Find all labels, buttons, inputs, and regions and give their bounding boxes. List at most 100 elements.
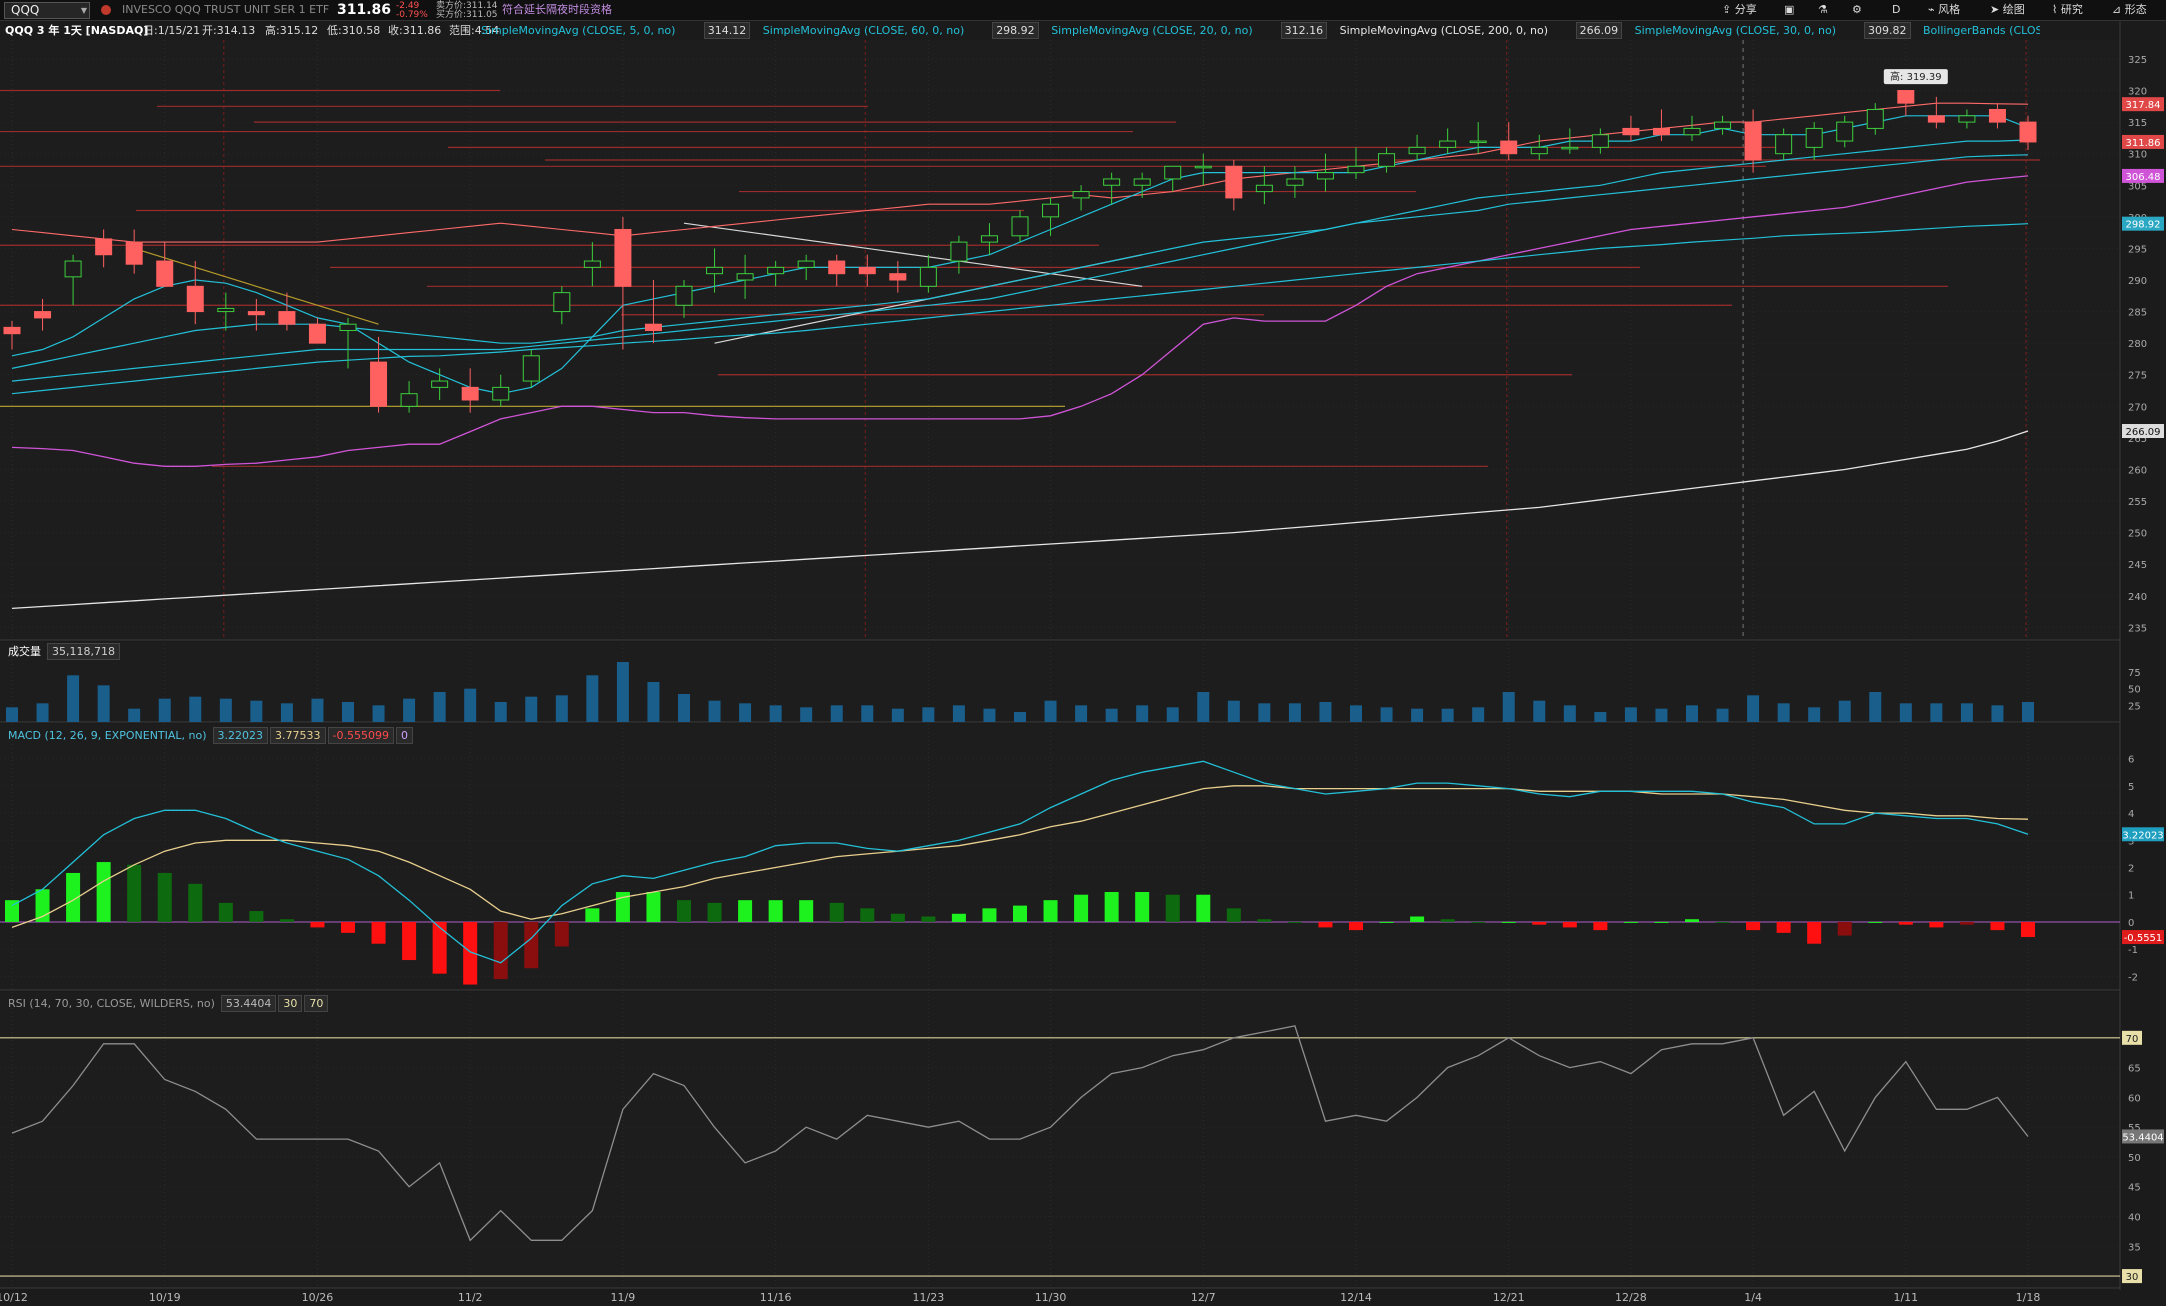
macd-tick-label: 5 xyxy=(2128,782,2134,793)
macd-histogram-bar xyxy=(524,921,539,969)
rsi-label[interactable]: RSI (14, 70, 30, CLOSE, WILDERS, no) xyxy=(4,996,219,1011)
volume-bar xyxy=(1014,712,1026,722)
candle-body xyxy=(217,307,235,313)
price-tag-label: 317.84 xyxy=(2126,100,2161,111)
price-tick-label: 255 xyxy=(2128,497,2147,508)
candle-body xyxy=(797,260,815,268)
price-tick-label: 260 xyxy=(2128,465,2147,476)
candle-body xyxy=(1011,216,1029,237)
macd-histogram-bar xyxy=(1104,892,1119,922)
candle-body xyxy=(675,285,693,306)
candle-body xyxy=(278,311,296,325)
volume-bar xyxy=(647,682,660,722)
volume-bar xyxy=(1319,702,1332,722)
volume-bar xyxy=(342,702,354,722)
volume-bar xyxy=(769,705,782,722)
volume-bar xyxy=(1258,703,1271,722)
x-axis-label: 1/4 xyxy=(1744,1291,1762,1304)
macd-histogram-bar xyxy=(768,900,783,922)
price-tick-label: 245 xyxy=(2128,560,2147,571)
macd-histogram-bar xyxy=(1868,921,1883,923)
volume-bar xyxy=(250,700,263,722)
macd-histogram-bar xyxy=(829,902,844,922)
volume-bar xyxy=(1747,695,1760,722)
candle-body xyxy=(1561,146,1579,150)
macd-histogram-bar xyxy=(1074,894,1089,922)
price-tag-label: 311.86 xyxy=(2126,138,2161,149)
candle-body xyxy=(950,241,968,262)
candle-body xyxy=(1072,191,1090,199)
candle-body xyxy=(1530,146,1548,155)
candle-body xyxy=(1927,115,1945,123)
price-tag-label: 266.09 xyxy=(2126,427,2161,438)
macd-histogram-bar xyxy=(493,921,508,980)
candle-body xyxy=(125,241,143,265)
candle-body xyxy=(64,260,82,278)
macd-histogram-bar xyxy=(1685,919,1699,922)
candle-body xyxy=(1714,121,1732,129)
volume-bar xyxy=(525,696,538,722)
macd-histogram-bar xyxy=(1654,921,1669,923)
candle-body xyxy=(400,393,418,407)
macd-histogram-bar xyxy=(1929,921,1944,928)
macd-histogram-bar xyxy=(921,916,936,922)
rsi-tick-label: 45 xyxy=(2128,1183,2141,1194)
rsi-tick-label: 40 xyxy=(2128,1213,2141,1224)
macd-histogram-bar xyxy=(188,883,203,922)
volume-bar xyxy=(1075,705,1088,722)
candle-body xyxy=(614,228,632,287)
macd-histogram-bar xyxy=(554,921,569,947)
macd-histogram-bar xyxy=(1959,921,1974,925)
macd-histogram-bar xyxy=(1898,921,1913,925)
price-tick-label: 280 xyxy=(2128,339,2147,350)
candle-body xyxy=(1775,134,1793,155)
volume-label[interactable]: 成交量 xyxy=(4,644,45,659)
volume-bar xyxy=(433,692,446,722)
macd-histogram-bar xyxy=(1562,921,1577,928)
volume-bar xyxy=(1288,703,1301,722)
macd-tick-label: 1 xyxy=(2128,891,2134,902)
candle-body xyxy=(919,266,937,287)
volume-bar xyxy=(708,700,721,722)
macd-tag-label: 3.22023 xyxy=(2122,830,2163,841)
price-tick-label: 275 xyxy=(2128,371,2147,382)
volume-bar xyxy=(97,685,110,722)
x-axis-label: 10/19 xyxy=(149,1291,181,1304)
macd-tick-label: -1 xyxy=(2128,945,2138,956)
macd-histogram-bar xyxy=(799,900,814,922)
volume-bar xyxy=(158,698,171,722)
candle-body xyxy=(1316,172,1334,180)
volume-bar xyxy=(403,698,416,722)
x-axis-label: 12/14 xyxy=(1340,1291,1372,1304)
volume-bar xyxy=(1441,708,1454,722)
macd-histogram-bar xyxy=(157,872,172,922)
macd-histogram-bar xyxy=(1013,905,1027,922)
candle-body xyxy=(1439,140,1457,148)
macd-histogram-bar xyxy=(1837,921,1852,936)
price-tick-label: 295 xyxy=(2128,244,2147,255)
price-tick-label: 290 xyxy=(2128,276,2147,287)
x-axis-label: 11/23 xyxy=(913,1291,945,1304)
macd-avg-value: 3.77533 xyxy=(270,727,326,744)
macd-histogram-bar xyxy=(1990,921,2005,931)
macd-histogram-bar xyxy=(1593,921,1608,931)
volume-bar xyxy=(1380,707,1393,722)
macd-label[interactable]: MACD (12, 26, 9, EXPONENTIAL, no) xyxy=(4,728,211,743)
chart-canvas[interactable]: 3253203153103053002952902852802752702652… xyxy=(0,0,2166,1306)
price-tick-label: 315 xyxy=(2128,118,2147,129)
volume-bar xyxy=(189,696,202,722)
volume-bar xyxy=(1136,705,1149,722)
rsi-tag-label: 53.4404 xyxy=(2122,1132,2163,1143)
macd-histogram-bar xyxy=(1501,921,1516,923)
x-axis-label: 11/9 xyxy=(611,1291,636,1304)
macd-histogram-bar xyxy=(1532,921,1547,925)
price-tick-label: 310 xyxy=(2128,150,2147,161)
volume-tick-label: 25 xyxy=(2128,701,2141,712)
volume-bar xyxy=(36,703,49,722)
volume-bar xyxy=(1655,708,1668,722)
volume-bar xyxy=(494,702,507,722)
candle-body xyxy=(1836,121,1854,142)
candle-body xyxy=(1500,140,1518,155)
price-tick-label: 325 xyxy=(2128,55,2147,66)
price-tick-label: 270 xyxy=(2128,402,2147,413)
